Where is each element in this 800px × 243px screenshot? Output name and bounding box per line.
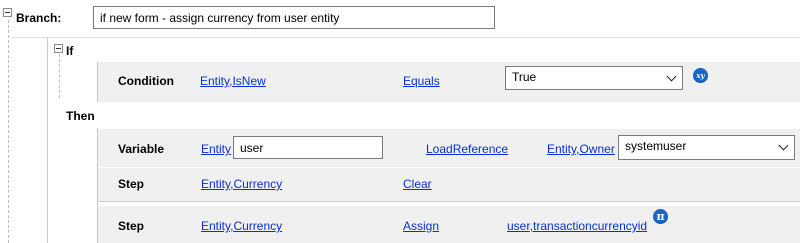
- variable-type-select[interactable]: systemuser: [618, 135, 795, 160]
- variable-name-input[interactable]: [233, 136, 383, 159]
- step-label: Step: [118, 219, 145, 233]
- if-collapse-toggle[interactable]: [54, 44, 63, 53]
- step-clear-target: Entity,Currency: [201, 177, 283, 191]
- if-tree-line: [59, 54, 60, 98]
- condition-value-text: True: [512, 70, 537, 84]
- pi-icon[interactable]: π: [653, 209, 668, 224]
- if-label: If: [66, 44, 74, 58]
- step-assign-target: Entity,Currency: [201, 219, 283, 233]
- variable-target-entity-link[interactable]: Entity: [547, 142, 576, 156]
- header-divider: [12, 37, 800, 38]
- condition-value-select[interactable]: True: [505, 66, 683, 90]
- chevron-down-icon: [666, 71, 677, 82]
- variable-type-text: systemuser: [625, 139, 687, 153]
- xy-icon[interactable]: xy: [693, 68, 708, 83]
- variable-row: Variable Entity LoadReference Entity,Own…: [98, 129, 800, 167]
- then-label: Then: [66, 109, 95, 123]
- variable-entity-link[interactable]: Entity: [201, 142, 231, 156]
- condition-label: Condition: [118, 74, 174, 88]
- assign-action-link[interactable]: Assign: [403, 219, 439, 233]
- assign-source-attribute-link[interactable]: transactioncurrencyid: [533, 219, 647, 233]
- branch-description-input[interactable]: [93, 6, 495, 29]
- step-clear-row: Step Entity,Currency Clear: [98, 168, 800, 201]
- condition-field: Entity,IsNew: [200, 74, 266, 88]
- chevron-down-icon: [778, 140, 789, 151]
- step-assign-entity-link[interactable]: Entity: [201, 219, 230, 233]
- condition-entity-link[interactable]: Entity: [200, 74, 229, 88]
- step-clear-entity-link[interactable]: Entity: [201, 177, 230, 191]
- step-assign-source: user,transactioncurrencyid: [507, 219, 648, 233]
- step-assign-row: Step Entity,Currency Assign user,transac…: [98, 206, 800, 243]
- variable-target-field: Entity,Owner: [547, 142, 615, 156]
- condition-attribute-link[interactable]: IsNew: [232, 74, 265, 88]
- branch-tree-line: [8, 20, 9, 243]
- clear-action-link[interactable]: Clear: [403, 177, 432, 191]
- branch-label: Branch:: [16, 11, 62, 25]
- step-label: Step: [118, 177, 145, 191]
- load-reference-link[interactable]: LoadReference: [426, 142, 508, 156]
- branch-content-border: [47, 38, 48, 243]
- step-assign-attribute-link[interactable]: Currency: [233, 219, 282, 233]
- branch-collapse-toggle[interactable]: [3, 8, 12, 17]
- variable-target-attribute-link[interactable]: Owner: [579, 142, 614, 156]
- step-clear-attribute-link[interactable]: Currency: [233, 177, 282, 191]
- assign-source-entity-link[interactable]: user: [507, 219, 530, 233]
- variable-label: Variable: [118, 142, 165, 156]
- condition-row: Condition Entity,IsNew Equals True xy: [98, 62, 800, 102]
- row-divider: [98, 201, 800, 202]
- condition-operator-link[interactable]: Equals: [403, 74, 440, 88]
